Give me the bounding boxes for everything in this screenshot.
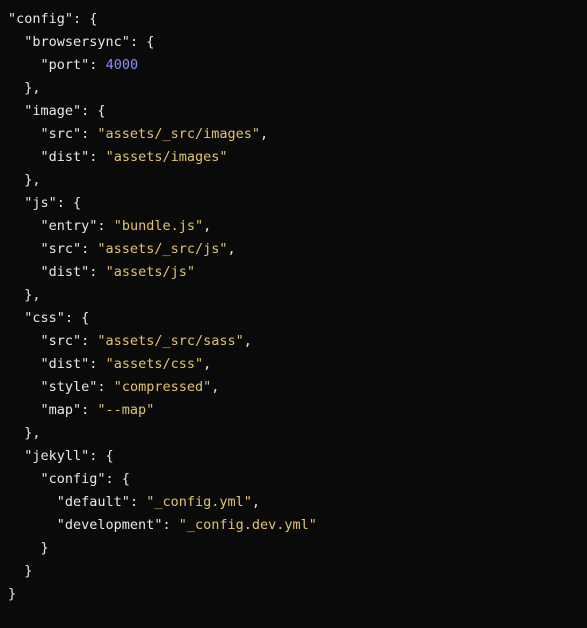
json-key: "port" [41,57,90,73]
code-line: "entry": "bundle.js", [8,215,579,238]
json-string: "_config.dev.yml" [179,517,317,533]
json-key: "config" [8,11,73,27]
code-line: "dist": "assets/css", [8,353,579,376]
json-string: "--map" [97,402,154,418]
json-key: "dist" [41,149,90,165]
code-line: } [8,537,579,560]
json-key: "jekyll" [24,448,89,464]
json-key: "src" [41,126,82,142]
json-key: "src" [41,333,82,349]
code-line: "config": { [8,8,579,31]
code-line: "src": "assets/_src/js", [8,238,579,261]
code-line: "map": "--map" [8,399,579,422]
code-line: }, [8,169,579,192]
json-key: "default" [57,494,130,510]
code-line: "jekyll": { [8,445,579,468]
json-key: "browsersync" [24,34,130,50]
json-string: "assets/js" [106,264,195,280]
json-key: "entry" [41,218,98,234]
json-string: "_config.yml" [146,494,252,510]
code-line: "src": "assets/_src/images", [8,123,579,146]
json-key: "css" [24,310,65,326]
json-key: "development" [57,517,163,533]
json-string: "compressed" [114,379,212,395]
code-line: "style": "compressed", [8,376,579,399]
code-line: "browsersync": { [8,31,579,54]
code-line: }, [8,422,579,445]
json-string: "assets/_src/js" [97,241,227,257]
json-string: "assets/_src/sass" [97,333,243,349]
code-line: "default": "_config.yml", [8,491,579,514]
json-key: "map" [41,402,82,418]
code-line: "image": { [8,100,579,123]
json-string: "assets/images" [106,149,228,165]
json-string: "assets/_src/images" [97,126,260,142]
json-key: "dist" [41,356,90,372]
code-line: "css": { [8,307,579,330]
json-key: "config" [41,471,106,487]
json-key: "js" [24,195,57,211]
code-line: }, [8,77,579,100]
code-line: }, [8,284,579,307]
json-string: "bundle.js" [114,218,203,234]
code-line: "development": "_config.dev.yml" [8,514,579,537]
code-line: "port": 4000 [8,54,579,77]
json-key: "image" [24,103,81,119]
code-line: } [8,560,579,583]
code-line: "src": "assets/_src/sass", [8,330,579,353]
json-key: "src" [41,241,82,257]
code-line: "dist": "assets/js" [8,261,579,284]
code-line: } [8,583,579,606]
json-number: 4000 [106,57,139,73]
code-line: "dist": "assets/images" [8,146,579,169]
json-key: "dist" [41,264,90,280]
code-block: "config": { "browsersync": { "port": 400… [8,8,579,606]
code-line: "config": { [8,468,579,491]
code-line: "js": { [8,192,579,215]
json-key: "style" [41,379,98,395]
json-string: "assets/css" [106,356,204,372]
